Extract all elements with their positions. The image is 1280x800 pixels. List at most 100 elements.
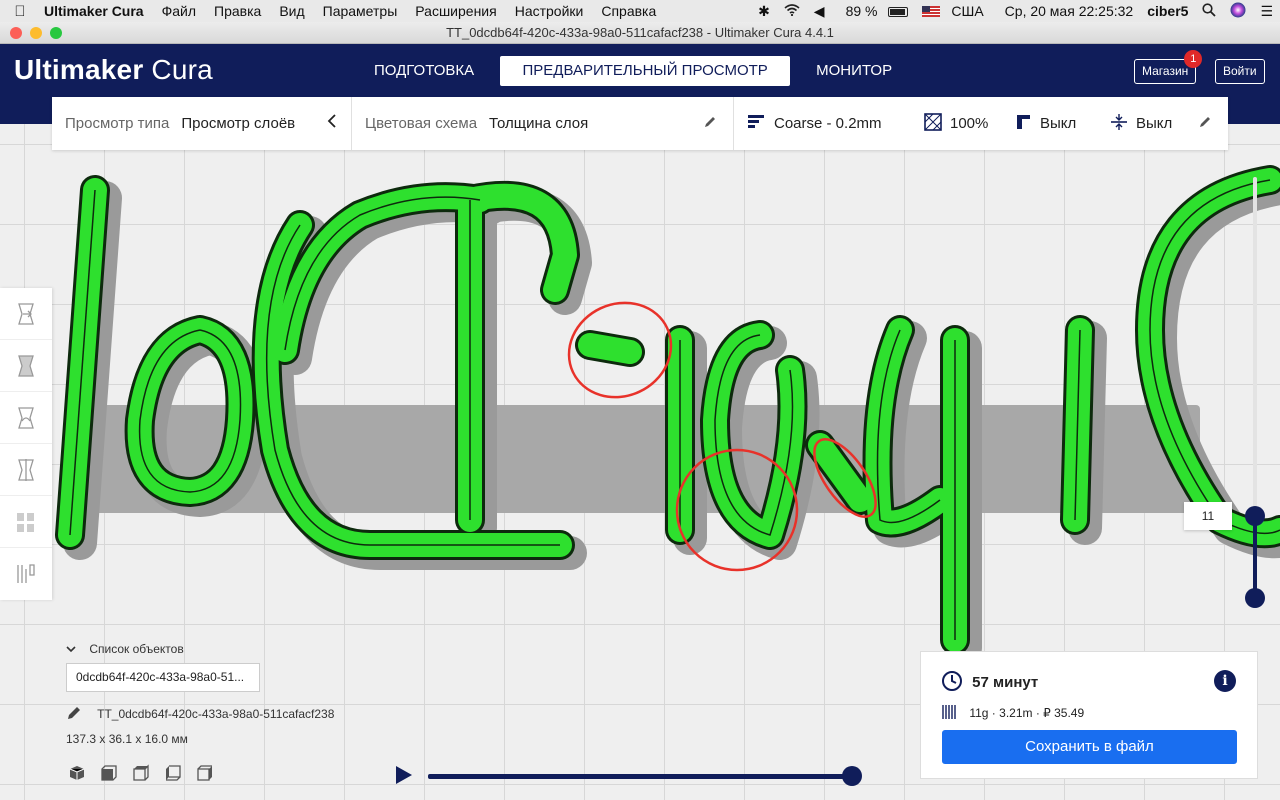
keyboard-layout-label: США [951,3,984,19]
logo-light: Cura [143,54,213,85]
pencil-icon [705,117,715,127]
infill-value: 100% [950,115,989,132]
menu-help[interactable]: Справка [592,3,665,19]
tab-prepare[interactable]: ПОДГОТОВКА [358,56,490,86]
support-blocker-button[interactable] [0,548,52,600]
view-type-selector[interactable]: Просмотр типа Просмотр слоёв [52,97,352,150]
stage-tabs: ПОДГОТОВКА ПРЕДВАРИТЕЛЬНЫЙ ПРОСМОТР МОНИ… [358,56,908,86]
support-icon [1014,113,1032,135]
object-name: TT_0dcdb64f-420c-433a-98a0-511cafacf238 [97,707,335,721]
camera-view-buttons [68,764,214,782]
menu-view[interactable]: Вид [270,3,313,19]
per-model-settings-icon [17,512,34,532]
close-window-button[interactable] [10,27,22,39]
siri-icon[interactable] [1223,2,1253,21]
simulation-timeline-track[interactable] [428,774,852,779]
view-3d-icon[interactable] [68,764,86,782]
signin-button[interactable]: Войти [1215,59,1265,84]
settings-pencil-icon [1200,117,1210,127]
material-usage: 11g · 3.21m · ₽ 35.49 [969,706,1085,720]
view-right-icon[interactable] [196,764,214,782]
profile-value: Coarse - 0.2mm [774,115,882,132]
print-info-button[interactable]: i [1214,670,1236,692]
color-scheme-value: Толщина слоя [489,115,589,132]
menu-file[interactable]: Файл [153,3,205,19]
mirror-tool-button[interactable] [0,444,52,496]
view-type-label: Просмотр типа [65,115,170,132]
menu-extensions[interactable]: Расширения [406,3,505,19]
simulation-timeline-handle[interactable] [842,766,862,786]
scale-tool-button[interactable] [0,340,52,392]
move-icon [18,302,34,325]
notification-center-icon[interactable]: ☰ [1253,3,1280,20]
object-dimensions: 137.3 x 36.1 x 16.0 мм [66,732,188,746]
layer-slider-lower-handle[interactable] [1245,588,1265,608]
us-flag-icon [922,6,941,17]
scale-icon [18,354,34,377]
view-top-icon[interactable] [132,764,150,782]
print-time-row: 57 минут [941,670,1038,692]
layer-number-field[interactable]: 11 [1184,502,1232,530]
rotate-icon [18,406,34,429]
minimize-window-button[interactable] [30,27,42,39]
move-tool-button[interactable] [0,288,52,340]
view-left-icon[interactable] [164,764,182,782]
edit-name-icon[interactable] [66,705,82,721]
play-simulation-button[interactable] [396,766,412,784]
save-to-file-button[interactable]: Сохранить в файл [942,730,1237,764]
tab-monitor[interactable]: МОНИТОР [800,56,908,86]
print-time: 57 минут [972,674,1039,691]
object-name-row: TT_0dcdb64f-420c-433a-98a0-511cafacf238 [66,705,334,721]
battery-percent: 89 % [845,3,878,19]
print-info-panel: 57 минут i 11g · 3.21m · ₽ 35.49 Сохрани… [920,651,1258,779]
color-scheme-selector[interactable]: Цветовая схема Толщина слоя [352,97,734,150]
clock-icon [942,671,962,691]
menu-edit[interactable]: Правка [205,3,270,19]
view-front-icon[interactable] [100,764,118,782]
battery-status[interactable]: 89 % [832,3,916,19]
clock[interactable]: Ср, 20 мая 22:25:32 [998,3,1141,19]
apple-menu-icon[interactable]:  [0,3,40,20]
zoom-window-button[interactable] [50,27,62,39]
marketplace-badge: 1 [1184,50,1203,68]
marketplace-label: Магазин [1142,64,1189,78]
left-toolbar [0,288,52,600]
chevron-left-icon [327,113,337,133]
color-scheme-label: Цветовая схема [365,115,478,132]
ultimaker-cura-logo: Ultimaker Cura [14,54,213,86]
menu-preferences[interactable]: Настройки [506,3,593,19]
volume-icon[interactable]: ◀ [807,3,832,20]
layer-slider-fill [1253,516,1257,598]
window-controls [10,27,62,39]
wifi-icon[interactable] [777,3,807,19]
marketplace-button[interactable]: Магазин 1 [1134,50,1203,84]
window-title: TT_0dcdb64f-420c-433a-98a0-511cafacf238 … [446,25,834,40]
macos-menubar:  Ultimaker Cura Файл Правка Вид Парамет… [0,0,1280,22]
object-list-item[interactable]: 0dcdb64f-420c-433a-98a0-51... [66,663,260,692]
battery-icon [888,7,909,17]
support-blocker-icon [17,564,35,583]
object-list-header: Список объектов [89,642,184,656]
print-settings-summary[interactable]: Coarse - 0.2mm 100% Выкл Выкл [734,97,1228,150]
chevron-down-icon [66,642,76,656]
filament-spool-icon [942,705,956,719]
rotate-tool-button[interactable] [0,392,52,444]
per-model-settings-button[interactable] [0,496,52,548]
adhesion-value: Выкл [1136,115,1173,132]
infill-icon [924,112,942,135]
bluetooth-icon[interactable]: ✱ [751,3,777,20]
view-settings-bar: Просмотр типа Просмотр слоёв Цветовая сх… [52,97,1228,150]
logo-bold: Ultimaker [14,54,144,85]
keyboard-layout[interactable]: США [915,3,997,19]
menu-app-name[interactable]: Ultimaker Cura [40,3,153,19]
support-value: Выкл [1040,115,1077,132]
spotlight-search-icon[interactable] [1195,2,1223,20]
material-usage-row: 11g · 3.21m · ₽ 35.49 [941,703,1084,721]
window-titlebar: TT_0dcdb64f-420c-433a-98a0-511cafacf238 … [0,22,1280,44]
tab-preview[interactable]: ПРЕДВАРИТЕЛЬНЫЙ ПРОСМОТР [500,56,791,86]
object-list-toggle[interactable]: Список объектов [66,642,184,656]
menu-settings[interactable]: Параметры [314,3,407,19]
mirror-icon [18,458,34,481]
layer-slider-upper-handle[interactable] [1245,506,1265,526]
user-name[interactable]: ciber5 [1140,3,1195,19]
